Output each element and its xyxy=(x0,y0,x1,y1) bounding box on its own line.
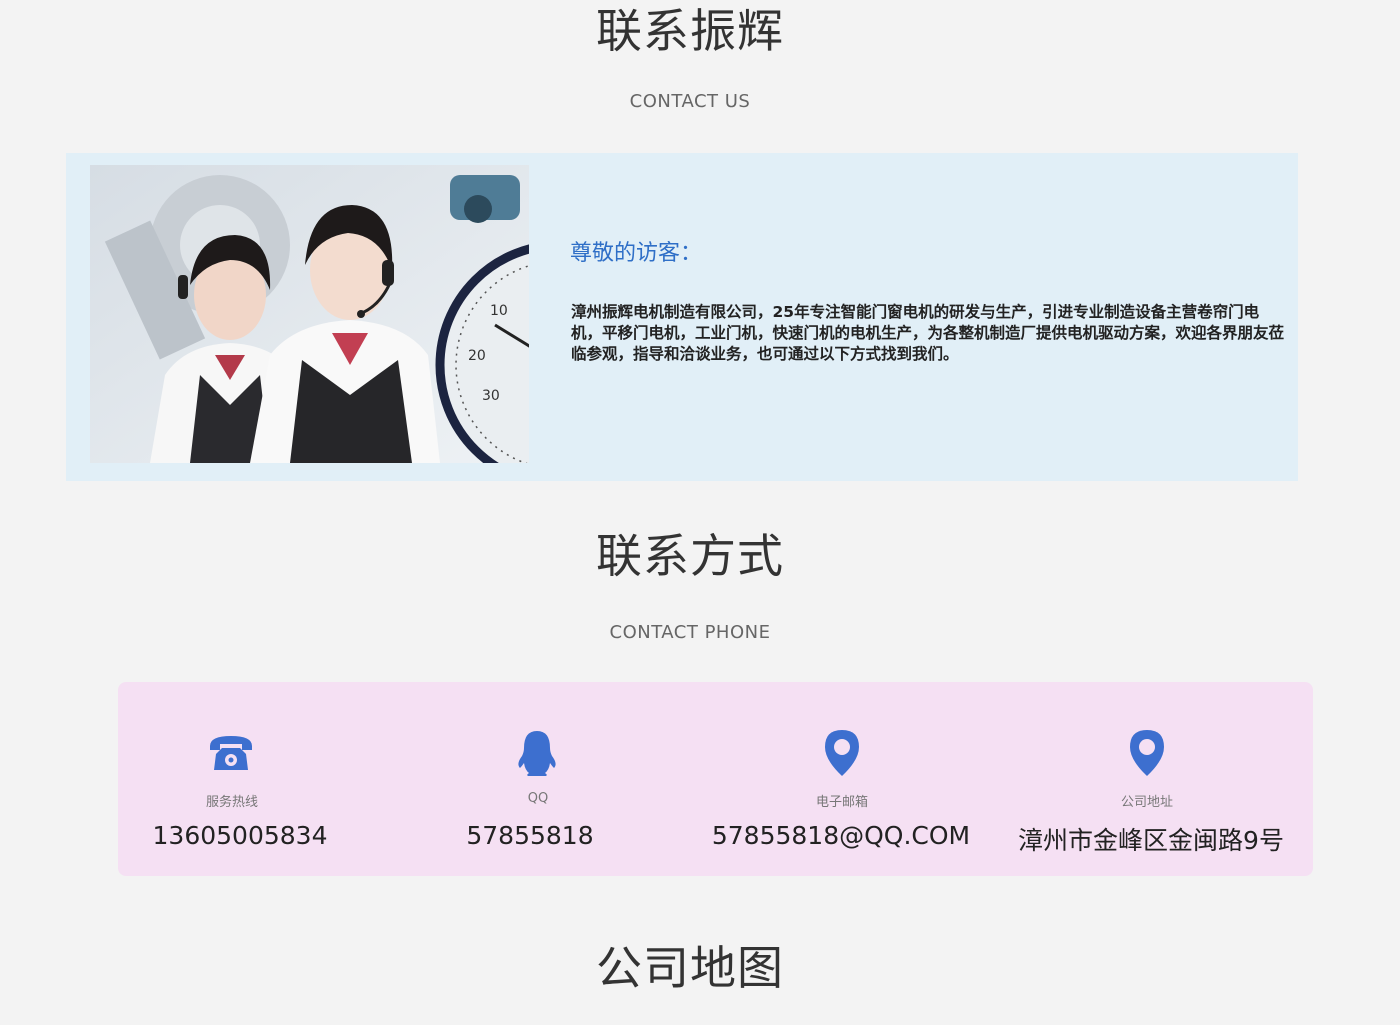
contact-value-qq: 57855818 xyxy=(466,821,594,850)
contact-info-panel: 服务热线 13605005834 QQ 57855818 电子邮箱 578558… xyxy=(118,682,1313,876)
svg-text:30: 30 xyxy=(482,388,500,404)
contact-item-hotline: 服务热线 13605005834 xyxy=(118,682,398,876)
contact-label-hotline: 服务热线 xyxy=(205,795,258,810)
telephone-icon xyxy=(206,728,256,778)
intro-panel: 10 20 30 尊敬的访客： 漳州振辉电机制造有限公司，25年专注智能门窗电机… xyxy=(66,153,1298,481)
greeting-heading: 尊敬的访客： xyxy=(570,241,703,266)
section-title-contact-us: 联系振辉 xyxy=(596,4,784,58)
contact-page: 联系振辉 CONTACT US 10 20 30 尊敬的访客： 漳州振辉电机制造… xyxy=(0,0,1400,1025)
contact-item-qq: QQ 57855818 xyxy=(428,682,708,876)
svg-text:10: 10 xyxy=(490,303,508,319)
section-title-contact-methods: 联系方式 xyxy=(596,529,784,583)
section-title-company-map: 公司地图 xyxy=(596,941,784,995)
location-pin-icon xyxy=(817,728,867,778)
company-intro-paragraph: 漳州振辉电机制造有限公司，25年专注智能门窗电机的研发与生产，引进专业制造设备主… xyxy=(571,303,1285,363)
contact-item-email: 电子邮箱 57855818@QQ.COM xyxy=(712,682,1013,876)
contact-label-address: 公司地址 xyxy=(1120,795,1173,810)
section-subtitle-contact-us: CONTACT US xyxy=(629,91,751,112)
contact-item-address: 公司地址 漳州市金峰区金闽路9号 xyxy=(1018,682,1318,876)
svg-text:20: 20 xyxy=(468,348,486,364)
contact-value-hotline: 13605005834 xyxy=(152,821,328,850)
contact-label-qq: QQ xyxy=(527,791,549,806)
customer-service-photo: 10 20 30 xyxy=(90,165,529,463)
location-pin-icon xyxy=(1122,728,1172,778)
contact-value-address: 漳州市金峰区金闽路9号 xyxy=(1018,826,1284,855)
qq-penguin-icon xyxy=(512,728,562,778)
contact-value-email: 57855818@QQ.COM xyxy=(711,821,971,850)
section-subtitle-contact-phone: CONTACT PHONE xyxy=(609,622,771,643)
contact-label-email: 电子邮箱 xyxy=(815,795,868,810)
